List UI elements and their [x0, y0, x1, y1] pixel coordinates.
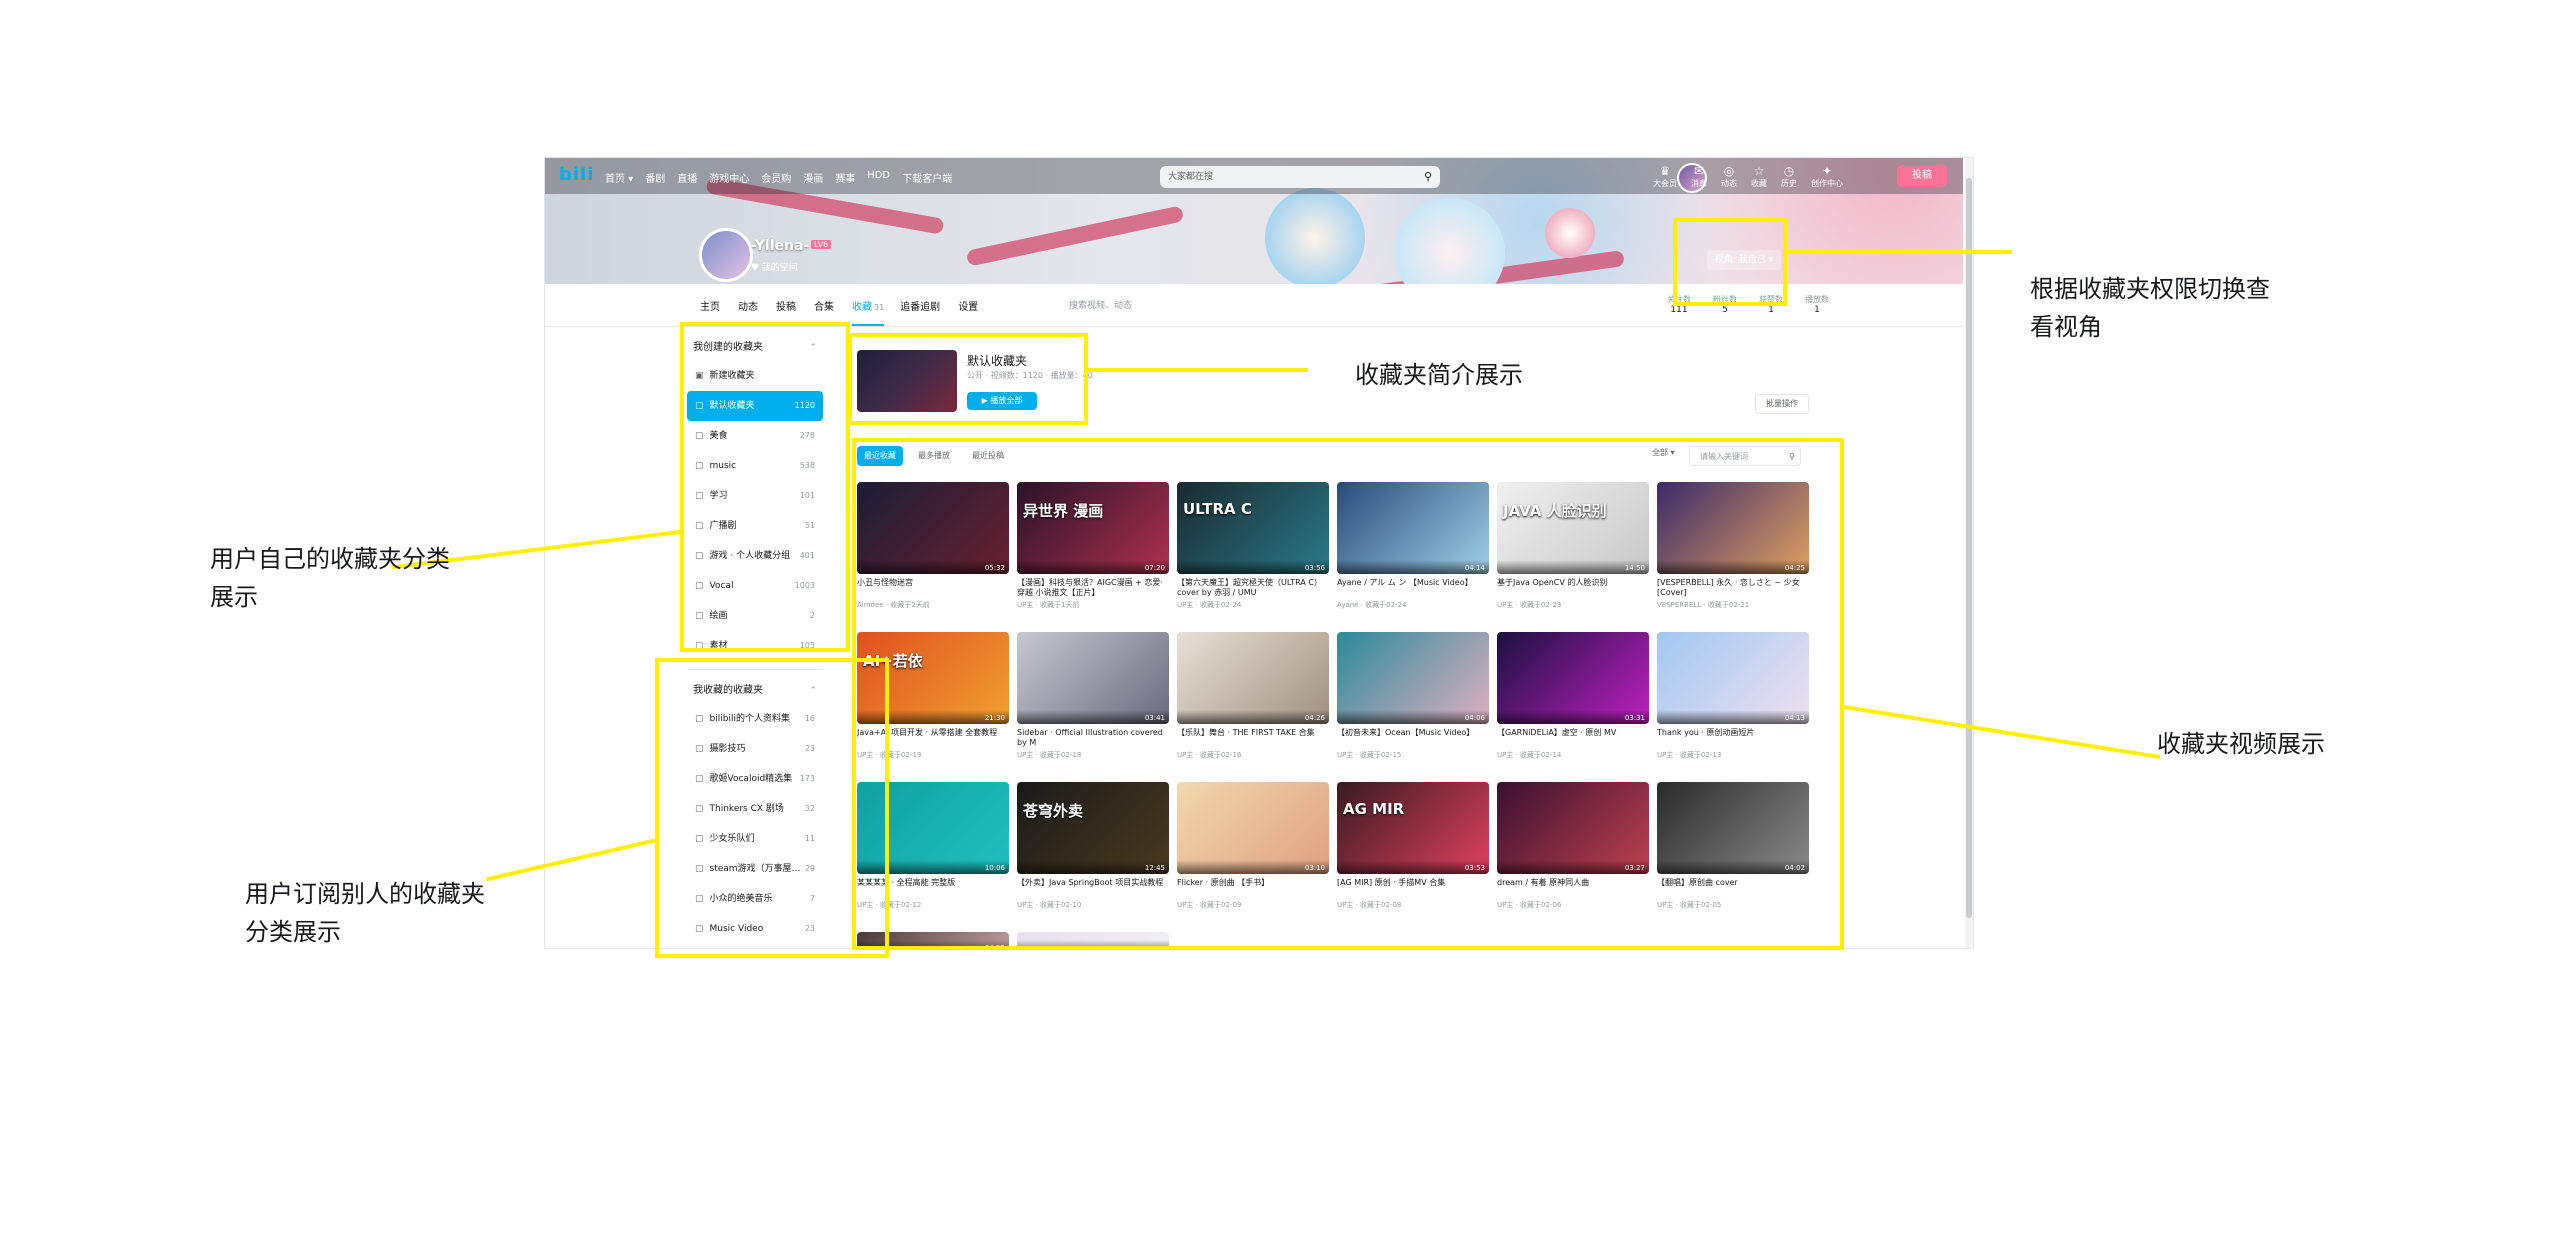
- nav-link[interactable]: 会员购: [761, 170, 791, 185]
- level-badge: LV6: [811, 240, 832, 249]
- tab-label: 收藏: [852, 302, 872, 313]
- lightbulb-icon: ✦: [1821, 164, 1833, 178]
- upload-button[interactable]: 投稿: [1897, 165, 1947, 187]
- nav-item-label: 收藏: [1751, 179, 1767, 188]
- nav-link[interactable]: 下载客户端: [902, 170, 952, 185]
- clock-icon: ◷: [1783, 164, 1795, 178]
- user-signature: ♥ 我的空间: [751, 263, 798, 273]
- character-illustration: [1545, 208, 1595, 258]
- nav-item-4[interactable]: ◷ 历史: [1781, 164, 1797, 189]
- tab-6[interactable]: 设置: [958, 298, 980, 326]
- space-search[interactable]: 搜索视频、动态: [1069, 298, 1132, 311]
- annotation-own: 用户自己的收藏夹分类展示: [210, 545, 450, 611]
- top-navigation: bili 首页 ▾ 番剧 直播 游戏中心 会员购 漫画 赛事 HDD 下载客户端 大家都在搜 ⚲…: [545, 158, 1963, 194]
- nav-links: 首页 ▾ 番剧 直播 游戏中心 会员购 漫画 赛事 HDD 下载客户端: [605, 170, 952, 185]
- annotation-box-own: [680, 322, 850, 652]
- stat-label: 播放数: [1805, 295, 1829, 304]
- scrollbar[interactable]: [1965, 158, 1973, 948]
- nav-link[interactable]: 赛事: [835, 170, 855, 185]
- stat-3[interactable]: 播放数 1: [1805, 294, 1829, 315]
- nav-item-label: 大会员: [1653, 179, 1677, 188]
- nav-item-5[interactable]: ✦ 创作中心: [1811, 164, 1843, 189]
- right-nav: ♛ 大会员 ✉ 消息 ◎ 动态 ☆ 收藏 ◷ 历史 ✦ 创作中心: [1653, 164, 1843, 189]
- search-input[interactable]: 大家都在搜 ⚲: [1160, 166, 1440, 188]
- nav-link[interactable]: 游戏中心: [709, 170, 749, 185]
- tab-5[interactable]: 追番追剧: [900, 298, 942, 326]
- site-logo[interactable]: bili: [559, 164, 594, 185]
- star-icon: ☆: [1753, 164, 1765, 178]
- annotation-box-subscribed: [655, 658, 889, 958]
- nav-item-3[interactable]: ☆ 收藏: [1751, 164, 1767, 189]
- username: -Yllena-: [751, 238, 810, 254]
- annotation-box-permission: [1673, 218, 1787, 306]
- tab-label: 主页: [700, 302, 720, 313]
- nav-item-1[interactable]: ✉ 消息: [1691, 164, 1707, 189]
- nav-link[interactable]: 番剧: [645, 170, 665, 185]
- tab-label: 追番追剧: [900, 302, 941, 313]
- nav-item-label: 创作中心: [1811, 179, 1843, 188]
- nav-link[interactable]: 直播: [677, 170, 697, 185]
- annotation-permission: 根据收藏夹权限切换查看视角: [2030, 275, 2270, 341]
- stat-value: 1: [1768, 305, 1774, 315]
- user-avatar[interactable]: [699, 228, 753, 282]
- scrollbar-thumb[interactable]: [1966, 178, 1972, 918]
- dynamic-icon: ◎: [1723, 164, 1735, 178]
- tab-count: 31: [874, 303, 885, 312]
- tab-label: 动态: [738, 302, 758, 313]
- annotation-line-permission: [1787, 250, 2012, 254]
- nav-item-label: 历史: [1781, 179, 1797, 188]
- annotation-videos: 收藏夹视频展示: [2157, 730, 2325, 758]
- search-icon[interactable]: ⚲: [1424, 166, 1432, 188]
- annotation-box-intro: [848, 333, 1088, 425]
- nav-item-2[interactable]: ◎ 动态: [1721, 164, 1737, 189]
- nav-item-label: 消息: [1691, 179, 1707, 188]
- tab-label: 投稿: [776, 302, 796, 313]
- batch-operation-button[interactable]: 批量操作: [1755, 394, 1809, 414]
- nav-link[interactable]: HDD: [867, 170, 890, 185]
- crown-icon: ♛: [1659, 164, 1671, 178]
- nav-item-label: 动态: [1721, 179, 1737, 188]
- character-illustration: [1265, 188, 1365, 284]
- nav-item-0[interactable]: ♛ 大会员: [1653, 164, 1677, 189]
- tab-label: 设置: [958, 302, 979, 313]
- annotation-subscribed: 用户订阅别人的收藏夹分类展示: [245, 880, 485, 946]
- stat-value: 111: [1670, 305, 1688, 315]
- tab-label: 合集: [814, 302, 834, 313]
- character-illustration: [1395, 198, 1505, 284]
- annotation-line-intro: [1088, 368, 1308, 372]
- nav-link[interactable]: 首页 ▾: [605, 170, 633, 185]
- annotation-box-videos: [852, 438, 1844, 950]
- stat-value: 1: [1814, 305, 1820, 315]
- tab-4[interactable]: 收藏 31: [852, 298, 885, 326]
- message-icon: ✉: [1693, 164, 1705, 178]
- stat-value: 5: [1722, 305, 1728, 315]
- annotation-intro: 收藏夹简介展示: [1355, 361, 1523, 389]
- nav-link[interactable]: 漫画: [803, 170, 823, 185]
